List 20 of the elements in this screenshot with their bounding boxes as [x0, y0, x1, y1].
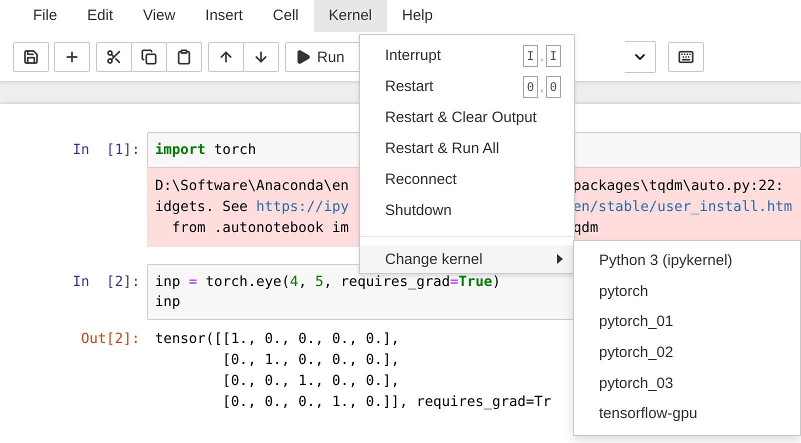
code-line: inp [155, 293, 180, 312]
error-text: D:\Software\Anaconda\en [155, 177, 349, 196]
shortcut-key: I [522, 44, 538, 66]
code-line: import torch [155, 141, 256, 160]
input-prompt: In [1]: [72, 141, 140, 160]
shortcut-key: I [546, 44, 561, 66]
error-text: from .autonotebook im [170, 219, 349, 238]
output-prompt: Out[2]: [80, 330, 140, 349]
shortcut-key: 0 [546, 76, 561, 98]
output-text: [0., 1., 0., 0., 0.], [221, 351, 400, 370]
input-prompt: In [2]: [72, 273, 140, 292]
shortcut-key: 0 [522, 76, 538, 98]
shortcut-joiner: , [540, 79, 544, 94]
error-text: idgets. See https://ipy [155, 198, 349, 217]
code-line: inp = torch.eye(4, 5, requires_grad=True) [155, 273, 501, 292]
output-text: [0., 0., 1., 0., 0.], [221, 372, 400, 391]
error-text: packages\tqdm\auto.py:22: [573, 177, 784, 196]
output-text: [0., 0., 0., 1., 0.]], requires_grad=Tr [221, 393, 552, 412]
output-text: tensor([[1., 0., 0., 0., 0.], [154, 330, 400, 349]
shortcut-joiner: , [540, 48, 544, 63]
